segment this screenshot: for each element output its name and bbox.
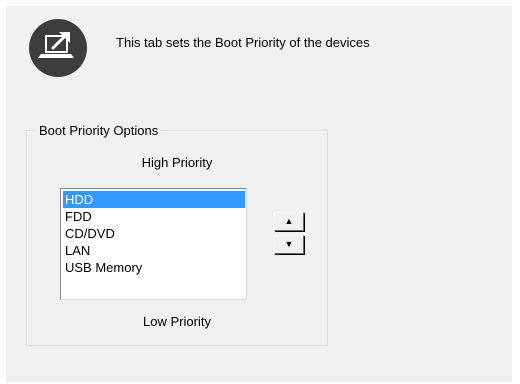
laptop-share-icon bbox=[29, 19, 87, 77]
move-up-button[interactable]: ▲ bbox=[274, 212, 304, 231]
groupbox-title: Boot Priority Options bbox=[36, 123, 162, 138]
list-item-fdd[interactable]: FDD bbox=[63, 208, 246, 225]
high-priority-label: High Priority bbox=[141, 155, 213, 170]
list-item-lan[interactable]: LAN bbox=[63, 242, 246, 259]
move-down-button[interactable]: ▼ bbox=[274, 235, 304, 254]
boot-order-listbox[interactable]: HDD FDD CD/DVD LAN USB Memory bbox=[60, 188, 247, 300]
list-item-usb-memory[interactable]: USB Memory bbox=[63, 259, 246, 276]
arrow-down-icon: ▼ bbox=[284, 239, 294, 249]
arrow-up-icon: ▲ bbox=[284, 216, 294, 226]
list-item-cd-dvd[interactable]: CD/DVD bbox=[63, 225, 246, 242]
tab-description: This tab sets the Boot Priority of the d… bbox=[116, 35, 370, 50]
list-item-hdd[interactable]: HDD bbox=[63, 191, 245, 208]
low-priority-label: Low Priority bbox=[143, 314, 211, 329]
